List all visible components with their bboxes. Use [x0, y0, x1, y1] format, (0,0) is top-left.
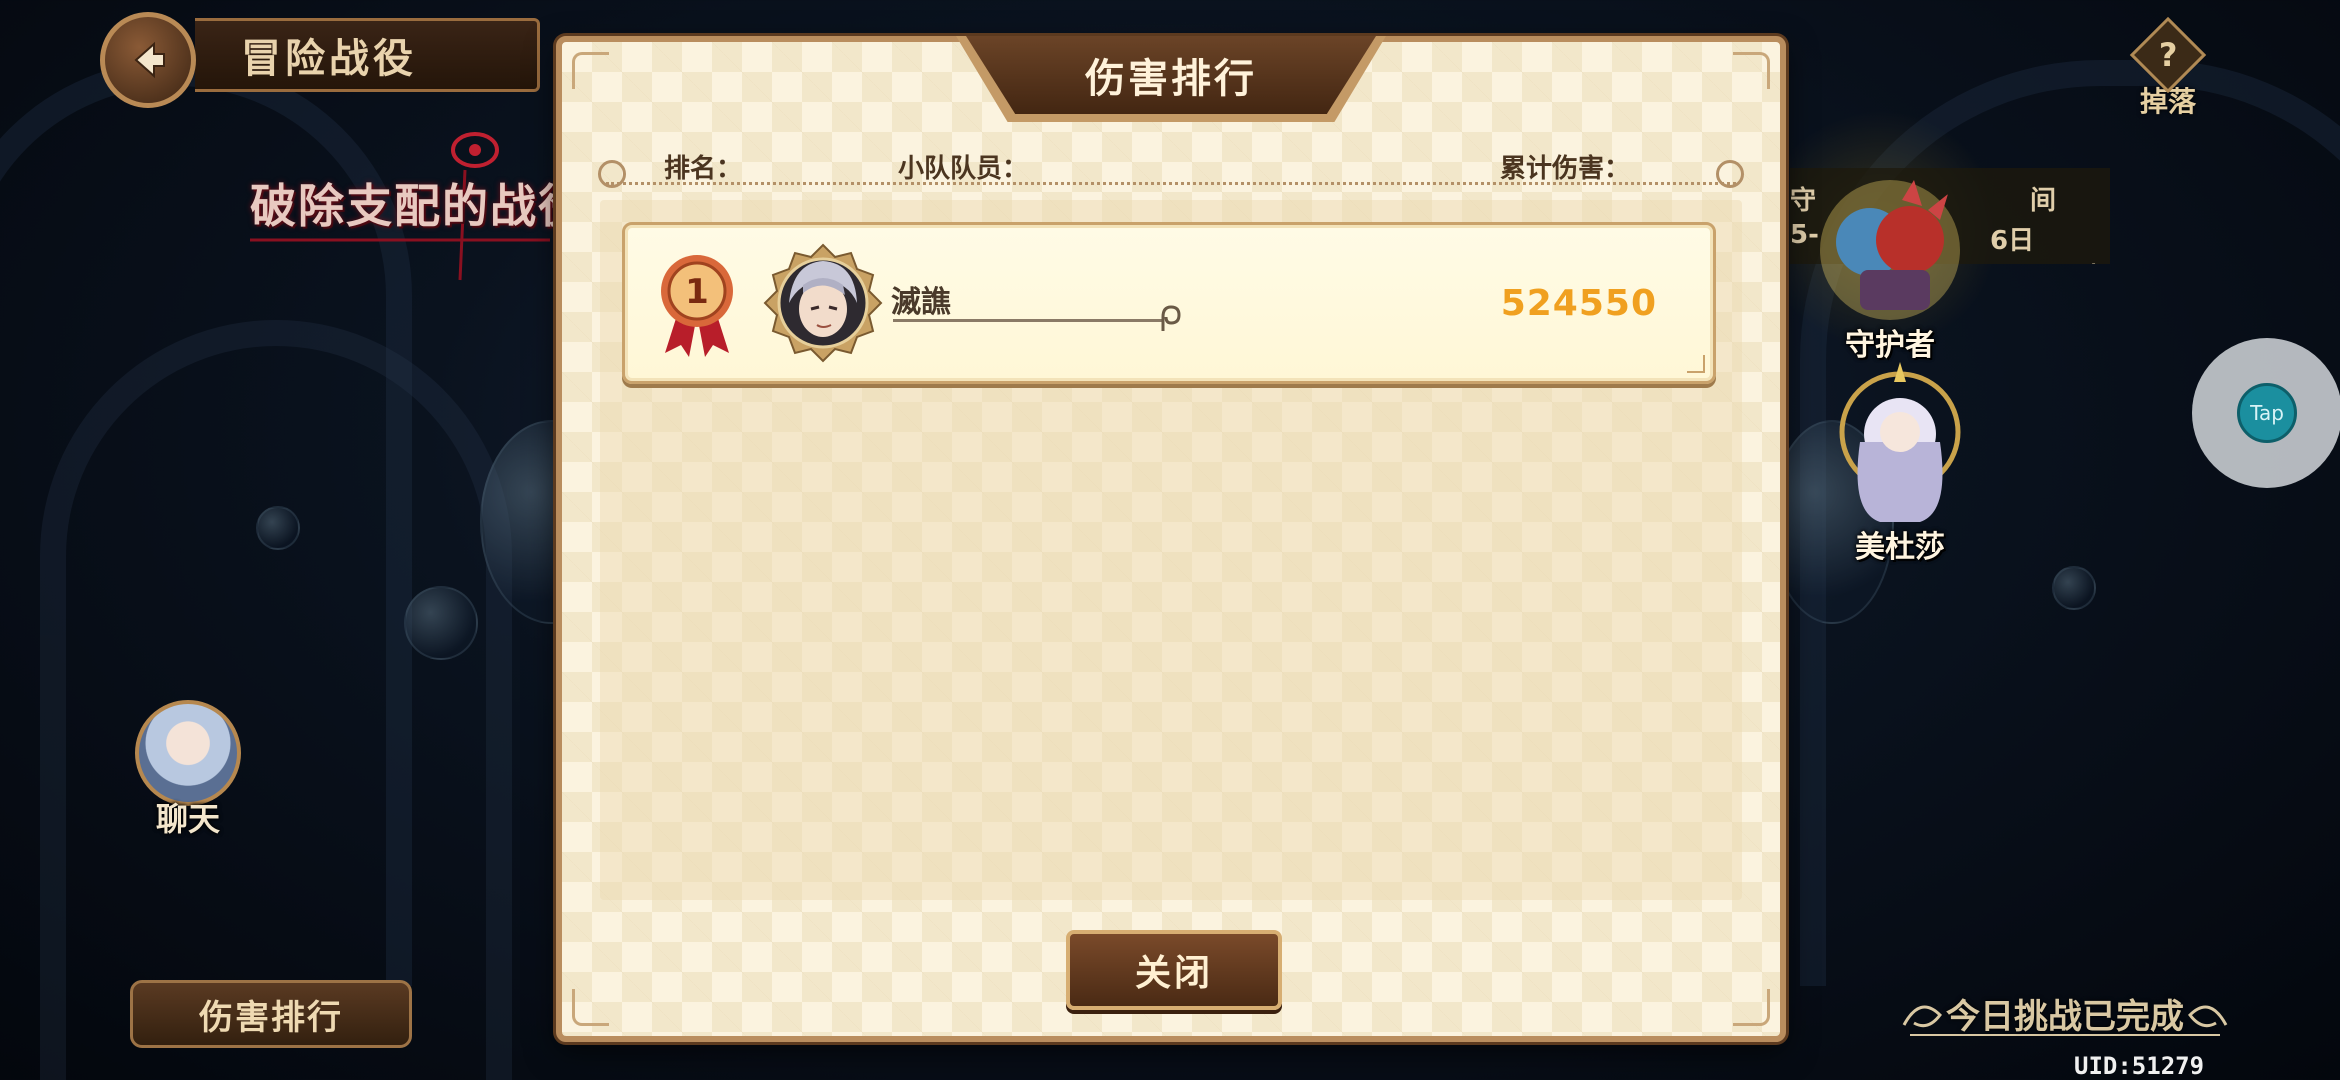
header-rank: 排名：: [664, 154, 743, 184]
close-button[interactable]: 关闭: [1066, 930, 1282, 1010]
chat-avatar-icon: [135, 700, 241, 806]
medusa-label: 美杜莎: [1855, 530, 1945, 565]
corner-ornament: [1733, 989, 1770, 1026]
guardian-label: 守护者: [1845, 328, 1935, 363]
guardian-portrait-icon: [1820, 180, 1960, 320]
challenge-complete-text: 今日挑战已完成: [1900, 985, 2230, 1041]
drop-button[interactable]: ? 掉落: [2129, 16, 2207, 120]
tap-floating-button[interactable]: Tap: [2192, 338, 2340, 488]
medusa-portrait-icon: [1839, 362, 1961, 522]
header-damage: 累计伤害：: [1500, 154, 1631, 184]
header-divider: [606, 182, 1736, 185]
uid-label: UID:51279: [2074, 1052, 2205, 1080]
chat-label: 聊天: [155, 800, 220, 838]
row-corner-ornament: [1687, 355, 1705, 373]
boss-guardian[interactable]: 守护者: [1800, 170, 1980, 364]
back-button[interactable]: [100, 12, 196, 108]
corner-ornament: [572, 989, 609, 1026]
svg-text:1: 1: [685, 272, 709, 312]
rank-medal-icon: 1: [661, 255, 733, 357]
modal-title-tab: 伤害排行: [966, 36, 1376, 114]
member-name: 滅譙: [891, 285, 951, 320]
chat-button[interactable]: 聊天: [128, 700, 248, 850]
damage-value: 524550: [1500, 283, 1657, 324]
corner-ornament: [1733, 52, 1770, 89]
ranking-row[interactable]: 1 滅譙 524550: [622, 222, 1716, 384]
page-title: 冒险战役: [195, 18, 540, 92]
damage-rank-button[interactable]: 伤害排行: [130, 980, 412, 1048]
back-arrow-icon: [134, 41, 165, 79]
tap-icon: Tap: [2237, 383, 2297, 443]
curl-ornament-icon: [1161, 305, 1181, 331]
name-underline: [893, 319, 1163, 322]
event-logo: 破除支配的战役: [250, 179, 586, 233]
corner-ornament: [572, 52, 609, 89]
boss-medusa[interactable]: 美杜莎: [1810, 362, 1990, 566]
ranking-list[interactable]: 1 滅譙 524550: [600, 200, 1742, 900]
damage-ranking-modal: 伤害排行 排名： 小队队员： 累计伤害： 1 滅譙 524550 关闭: [556, 36, 1786, 1042]
member-avatar[interactable]: [763, 243, 883, 363]
header-member: 小队队员：: [898, 154, 1029, 184]
modal-title: 伤害排行: [1085, 56, 1257, 102]
